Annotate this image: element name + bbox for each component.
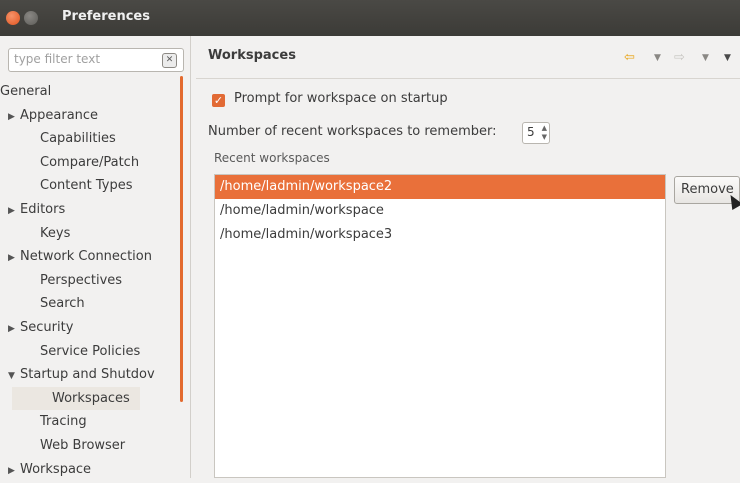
tree-item[interactable]: Tracing [40, 410, 87, 433]
collapsed-arrow-icon[interactable]: ▶ [8, 247, 20, 270]
tree-item[interactable]: Compare/Patch [40, 151, 139, 174]
minimize-window-button[interactable] [24, 11, 38, 25]
tree-item-label: Capabilities [40, 131, 116, 147]
tree-item-label: Keys [40, 225, 71, 241]
recent-count-label: Number of recent workspaces to remember: [208, 124, 497, 139]
tree-item[interactable]: Service Policies [40, 340, 140, 363]
tree-item-label: Appearance [20, 107, 99, 123]
collapsed-arrow-icon[interactable]: ▶ [8, 460, 20, 483]
tree-item-label: Editors [20, 202, 66, 217]
tree-item-label: Compare/Patch [40, 154, 140, 170]
title-bar: Preferences [0, 0, 740, 36]
forward-dropdown-icon[interactable]: ▼ [702, 53, 709, 69]
page-title: Workspaces [208, 48, 296, 63]
tree-item[interactable]: ▶ Network Connection [8, 245, 152, 268]
tree-item-label: Startup and Shutdov [20, 367, 155, 383]
tree-item-label: Tracing [40, 414, 87, 430]
tree-item-label: Service Policies [40, 343, 141, 359]
collapsed-arrow-icon[interactable]: ▶ [8, 318, 20, 341]
window-title: Preferences [62, 9, 150, 24]
tree-item[interactable]: ▶ Editors [8, 198, 65, 221]
tree-item-label: Perspectives [40, 272, 123, 288]
collapsed-arrow-icon[interactable]: ▶ [8, 200, 20, 223]
recent-workspace-item[interactable]: /home/ladmin/workspace2 [215, 175, 665, 199]
recent-count-value: 5 [527, 125, 535, 139]
clear-filter-icon[interactable]: ✕ [162, 53, 177, 68]
recent-workspaces-label: Recent workspaces [214, 151, 330, 165]
tree-item[interactable]: Perspectives [40, 269, 122, 292]
tree-item[interactable]: ▼ Startup and Shutdov [8, 363, 155, 386]
preferences-tree-pane: type filter text ✕ ▼General▶AppearanceCa… [0, 36, 190, 478]
forward-arrow-icon[interactable]: ⇨ [674, 50, 685, 66]
pane-splitter[interactable] [190, 36, 191, 478]
back-dropdown-icon[interactable]: ▼ [654, 53, 661, 69]
recent-workspaces-list[interactable]: /home/ladmin/workspace2/home/ladmin/work… [214, 174, 666, 478]
tree-item[interactable]: Capabilities [40, 127, 116, 150]
filter-placeholder: type filter text [14, 52, 101, 66]
recent-workspace-item[interactable]: /home/ladmin/workspace [215, 199, 665, 223]
tree-item[interactable]: Keys [40, 222, 70, 245]
tree-item-label: Content Types [40, 178, 133, 194]
back-arrow-icon[interactable]: ⇦ [624, 50, 635, 66]
recent-count-spinner[interactable]: 5 ▲ ▼ [522, 122, 550, 144]
prompt-on-startup-checkbox[interactable]: ✓ [212, 94, 225, 107]
workspaces-page: Workspaces ⇦ ▼ ⇨ ▼ ▼ ✓ Prompt for worksp… [196, 36, 740, 478]
tree-item-label: Workspace [20, 461, 92, 477]
tree-item[interactable]: ▶ Appearance [8, 104, 98, 127]
tree-item[interactable]: Content Types [40, 174, 132, 197]
tree-item[interactable]: ▶ Security [8, 316, 73, 339]
collapsed-arrow-icon[interactable]: ▶ [8, 106, 20, 129]
tree-item[interactable]: ▼General [0, 80, 51, 103]
tree-item-label: Network Connection [20, 249, 152, 265]
tree-item[interactable]: Search [40, 292, 85, 315]
expanded-arrow-icon[interactable]: ▼ [8, 365, 20, 388]
tree-item-label: Workspaces [52, 390, 130, 406]
tree-item[interactable]: Web Browser [40, 434, 125, 457]
recent-workspace-item[interactable]: /home/ladmin/workspace3 [215, 223, 665, 247]
tree-item-label: General [0, 84, 52, 99]
view-menu-icon[interactable]: ▼ [724, 53, 731, 69]
close-window-button[interactable] [6, 11, 20, 25]
tree-item[interactable]: ▶ Workspace [8, 458, 91, 481]
tree-scrollbar[interactable] [180, 76, 183, 402]
tree-item-label: Web Browser [40, 438, 126, 453]
prompt-on-startup-label: Prompt for workspace on startup [234, 91, 448, 106]
filter-input[interactable]: type filter text ✕ [8, 48, 184, 72]
spinner-arrows-icon[interactable]: ▲ ▼ [542, 124, 547, 142]
tree-item-label: Security [20, 320, 74, 335]
tree-item-label: Search [40, 296, 85, 312]
header-divider [196, 78, 740, 79]
tree-item[interactable]: Workspaces [12, 386, 140, 410]
